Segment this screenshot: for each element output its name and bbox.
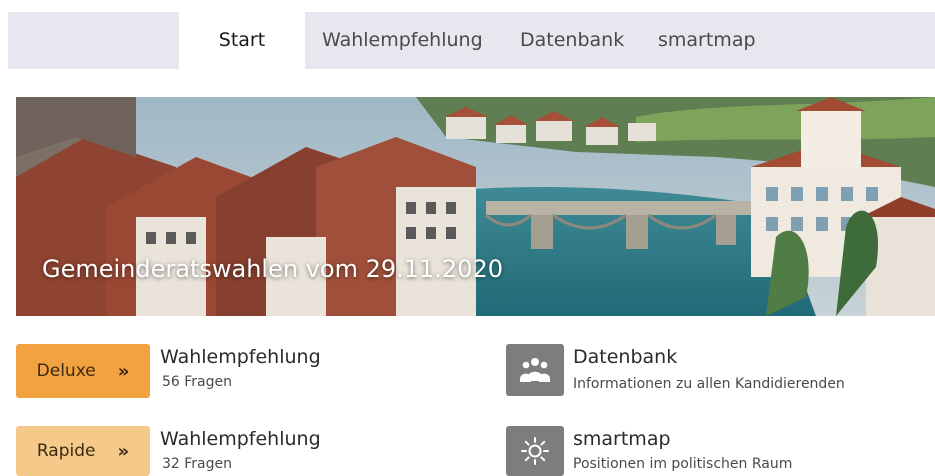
double-chevron-right-icon: »	[117, 440, 130, 462]
deluxe-question-count: 56 Fragen	[162, 374, 233, 390]
smartmap-icon-button[interactable]	[506, 426, 564, 476]
people-group-icon	[520, 358, 550, 382]
main-nav: Start Wahlempfehlung Datenbank smartmap	[179, 12, 935, 69]
tab-datenbank[interactable]: Datenbank	[520, 12, 624, 69]
datenbank-icon-button[interactable]	[506, 344, 564, 396]
sun-icon	[521, 437, 549, 465]
rapide-title: Wahlempfehlung	[160, 428, 321, 450]
smartmap-subtitle: Positionen im politischen Raum	[573, 456, 793, 472]
smartmap-title[interactable]: smartmap	[573, 428, 671, 450]
nav-left-spacer	[8, 12, 179, 69]
tab-start[interactable]: Start	[179, 12, 305, 69]
rapide-button-label: Rapide	[36, 441, 96, 461]
tab-wahlempfehlung[interactable]: Wahlempfehlung	[322, 12, 483, 69]
deluxe-button-label: Deluxe	[36, 361, 96, 381]
hero-title: Gemeinderatswahlen vom 29.11.2020	[42, 255, 504, 283]
rapide-question-count: 32 Fragen	[162, 456, 233, 472]
deluxe-title: Wahlempfehlung	[160, 346, 321, 368]
hero-city-illustration	[16, 97, 935, 316]
rapide-button[interactable]: Rapide »	[16, 426, 150, 476]
deluxe-button[interactable]: Deluxe »	[16, 344, 150, 398]
tab-smartmap[interactable]: smartmap	[658, 12, 756, 69]
datenbank-subtitle: Informationen zu allen Kandidierenden	[573, 376, 845, 392]
double-chevron-right-icon: »	[117, 360, 130, 382]
datenbank-title[interactable]: Datenbank	[573, 346, 677, 368]
hero-banner: Gemeinderatswahlen vom 29.11.2020	[16, 97, 935, 316]
